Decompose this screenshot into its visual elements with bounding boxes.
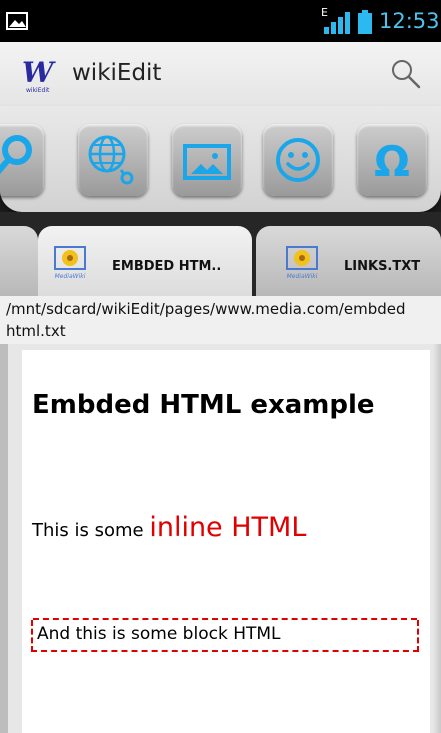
status-bar: E 12:53 xyxy=(0,0,441,42)
wikiedit-logo-icon[interactable]: W wikiEdit xyxy=(20,52,64,96)
picture-icon xyxy=(6,12,28,30)
tab-label: EMBDED HTM.. xyxy=(112,259,222,274)
block-html-box: And this is some block HTML xyxy=(31,618,419,652)
app-title: wikiEdit xyxy=(72,60,162,86)
smiley-icon xyxy=(276,138,320,182)
image-icon xyxy=(183,144,231,180)
document-viewer[interactable]: Embded HTML example This is some inline … xyxy=(0,344,441,733)
mediawiki-icon: MediaWiki xyxy=(54,246,86,280)
tab-previous[interactable] xyxy=(0,226,38,296)
logo-caption: wikiEdit xyxy=(26,87,50,94)
action-bar: W wikiEdit wikiEdit xyxy=(0,42,441,107)
clock: 12:53 xyxy=(379,9,440,33)
insert-external-link-button[interactable] xyxy=(78,124,148,196)
battery-icon xyxy=(358,10,372,34)
block-html-text: And this is some block HTML xyxy=(37,624,281,644)
document-heading: Embded HTML example xyxy=(32,390,375,420)
inline-prefix-text: This is some xyxy=(32,520,150,541)
rendered-page: Embded HTML example This is some inline … xyxy=(22,350,430,733)
search-icon[interactable] xyxy=(388,56,424,92)
formatting-toolbar: Ω xyxy=(0,106,441,212)
external-link-globe-icon xyxy=(88,135,134,185)
svg-text:MediaWiki: MediaWiki xyxy=(287,273,318,280)
inline-html-text: inline HTML xyxy=(149,512,307,543)
svg-text:Ω: Ω xyxy=(374,137,410,186)
file-path: /mnt/sdcard/wikiEdit/pages/www.media.com… xyxy=(6,300,406,340)
link-icon xyxy=(0,135,32,175)
mediawiki-icon: MediaWiki xyxy=(286,246,318,280)
tab-embded-html[interactable]: MediaWiki EMBDED HTM.. xyxy=(38,226,252,296)
logo-letter: W xyxy=(22,56,56,89)
omega-symbol-icon: Ω xyxy=(374,137,410,186)
insert-image-button[interactable] xyxy=(172,124,242,196)
viewer-edge xyxy=(0,344,8,733)
insert-smiley-button[interactable] xyxy=(263,124,333,196)
tab-label: LINKS.TXT xyxy=(344,259,421,274)
tab-strip: MediaWiki EMBDED HTM.. MediaWiki LINKS.T… xyxy=(0,212,441,296)
signal-icon xyxy=(324,12,350,34)
insert-special-character-button[interactable]: Ω xyxy=(357,124,427,196)
file-path-bar: /mnt/sdcard/wikiEdit/pages/www.media.com… xyxy=(0,296,441,344)
svg-text:MediaWiki: MediaWiki xyxy=(55,273,86,280)
tab-links-txt[interactable]: MediaWiki LINKS.TXT xyxy=(256,226,441,296)
inline-html-paragraph: This is some inline HTML xyxy=(32,512,306,543)
insert-link-button[interactable] xyxy=(0,124,44,196)
